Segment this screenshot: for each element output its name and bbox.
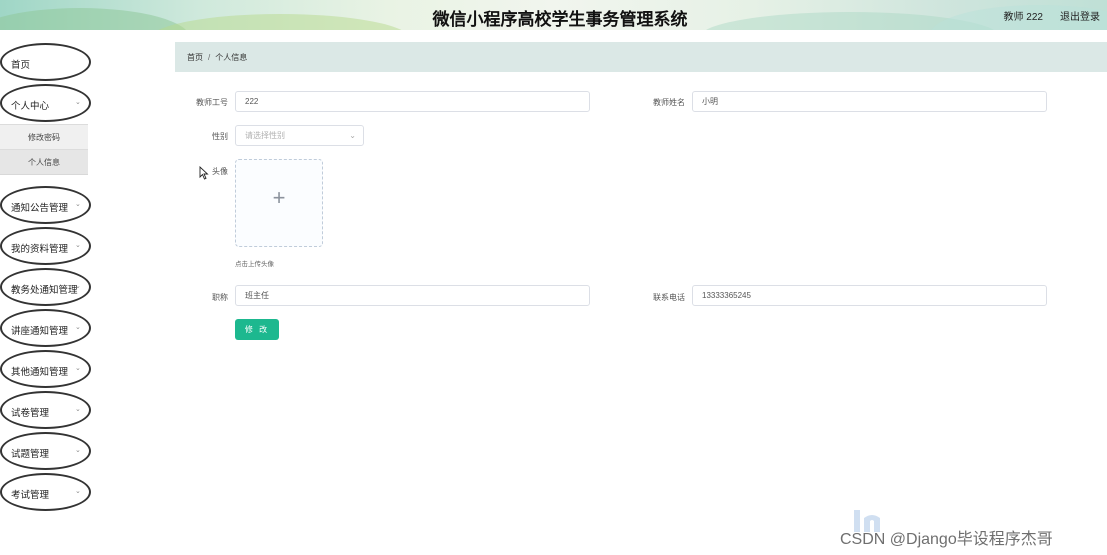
sidebar-item-label: 试卷管理 — [11, 408, 50, 419]
watermark-text: CSDN @Django毕设程序杰哥 — [840, 531, 1053, 548]
page: 微信小程序高校学生事务管理系统 教师 222 退出登录 首页 个人中心 ⌄ 修改… — [0, 0, 1107, 555]
sidebar-item-label: 通知公告管理 — [11, 203, 69, 214]
sidebar-item-label: 教务处通知管理 — [11, 285, 78, 296]
sidebar-item-academic-notice[interactable]: 教务处通知管理 ⌄ — [0, 267, 91, 308]
teacher-id-field[interactable] — [235, 91, 590, 112]
chevron-down-icon: ⌄ — [75, 201, 81, 208]
sidebar-item-home[interactable]: 首页 — [0, 42, 91, 83]
mouse-cursor-icon — [199, 166, 209, 180]
breadcrumb-current: 个人信息 — [215, 53, 248, 62]
plus-icon: + — [272, 185, 286, 210]
sidebar-subitem-personal-info[interactable]: 个人信息 — [0, 149, 88, 174]
sidebar-item-label: 首页 — [11, 60, 31, 71]
sidebar-item-label: 考试管理 — [11, 490, 50, 501]
breadcrumb: 首页 / 个人信息 — [187, 52, 247, 63]
teacher-name-label: 教师姓名 — [653, 98, 685, 107]
phone-label: 联系电话 — [653, 293, 685, 302]
sidebar-item-papers[interactable]: 试卷管理 ⌄ — [0, 390, 91, 431]
sidebar-item-personal-center[interactable]: 个人中心 ⌄ — [0, 83, 91, 124]
sidebar-item-label: 我的资料管理 — [11, 244, 69, 255]
chevron-down-icon: ⌄ — [75, 99, 81, 106]
chevron-down-icon: ⌄ — [75, 242, 81, 249]
chevron-down-icon: ⌄ — [75, 283, 81, 290]
sidebar-item-label: 试题管理 — [11, 449, 50, 460]
gender-placeholder: 请选择性别 — [245, 131, 285, 140]
modify-button[interactable]: 修 改 — [235, 319, 279, 340]
job-title-field[interactable] — [235, 285, 590, 306]
chevron-down-icon: ⌄ — [75, 406, 81, 413]
upload-tip: 点击上传头像 — [235, 261, 274, 268]
breadcrumb-separator: / — [208, 53, 211, 62]
breadcrumb-bar: 首页 / 个人信息 — [175, 42, 1107, 72]
sidebar-item-exams[interactable]: 考试管理 ⌄ — [0, 472, 91, 513]
sidebar-item-label: 其他通知管理 — [11, 367, 69, 378]
submenu-personal-center: 修改密码 个人信息 — [0, 124, 88, 175]
teacher-id-label: 教师工号 — [196, 98, 228, 107]
top-header: 微信小程序高校学生事务管理系统 教师 222 退出登录 — [0, 0, 1107, 30]
gender-select[interactable]: 请选择性别 ⌄ — [235, 125, 364, 146]
app-title: 微信小程序高校学生事务管理系统 — [432, 10, 688, 29]
sidebar-item-lecture-notice[interactable]: 讲座通知管理 ⌄ — [0, 308, 91, 349]
current-user: 教师 222 — [1003, 12, 1043, 23]
chevron-down-icon: ⌄ — [75, 488, 81, 495]
chevron-down-icon: ⌄ — [75, 365, 81, 372]
sidebar-item-my-materials[interactable]: 我的资料管理 ⌄ — [0, 226, 91, 267]
sidebar-item-questions[interactable]: 试题管理 ⌄ — [0, 431, 91, 472]
sidebar-item-label: 讲座通知管理 — [11, 326, 69, 337]
chevron-down-icon: ⌄ — [349, 131, 356, 140]
sidebar-item-label: 个人中心 — [11, 101, 50, 112]
job-title-label: 职称 — [212, 293, 228, 302]
logout-link[interactable]: 退出登录 — [1060, 8, 1100, 23]
phone-field[interactable] — [692, 285, 1047, 306]
sidebar-menu: 首页 个人中心 ⌄ 修改密码 个人信息 通知公告管理 ⌄ 我的资料管理 ⌄ 教务… — [0, 42, 91, 513]
sidebar-item-other-notice[interactable]: 其他通知管理 ⌄ — [0, 349, 91, 390]
avatar-upload[interactable]: + — [235, 159, 323, 247]
breadcrumb-home[interactable]: 首页 — [187, 53, 203, 62]
teacher-name-field[interactable] — [692, 91, 1047, 112]
chevron-down-icon: ⌄ — [75, 324, 81, 331]
gender-label: 性别 — [212, 132, 228, 141]
sidebar-item-notice[interactable]: 通知公告管理 ⌄ — [0, 185, 91, 226]
sidebar-subitem-change-password[interactable]: 修改密码 — [0, 124, 88, 149]
chevron-down-icon: ⌄ — [75, 447, 81, 454]
